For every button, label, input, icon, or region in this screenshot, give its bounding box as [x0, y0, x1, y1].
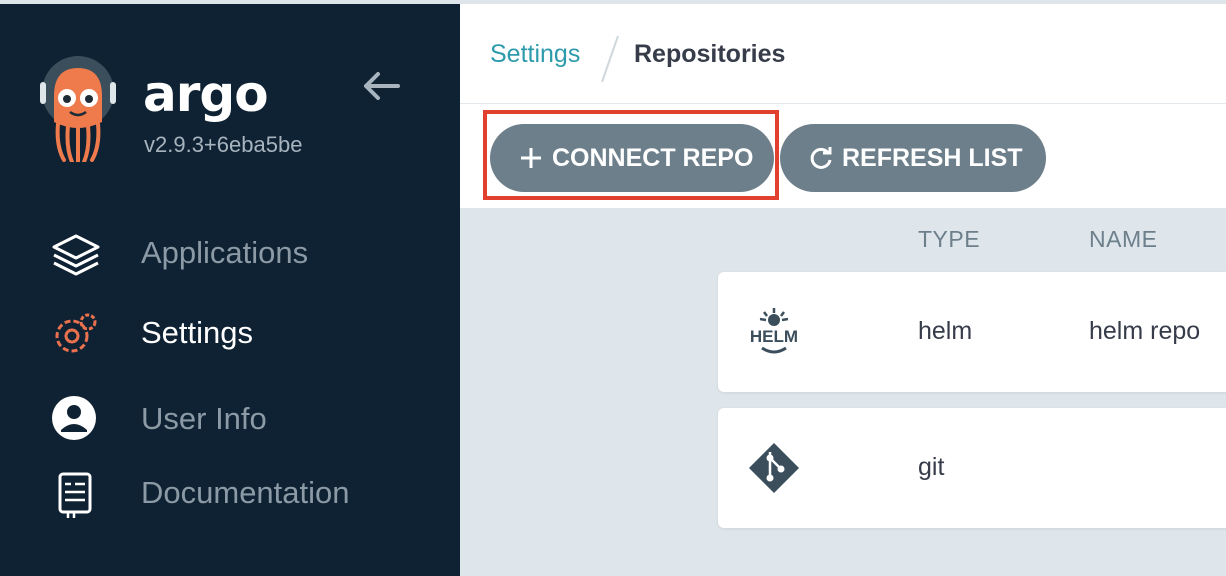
brand-name: argo [143, 65, 269, 123]
sidebar-item-user-info[interactable]: User Info [0, 390, 460, 446]
refresh-list-button[interactable]: REFRESH LIST [780, 124, 1046, 192]
table-row[interactable]: git [718, 408, 1226, 528]
collapse-sidebar-button[interactable] [360, 68, 402, 104]
sidebar: argo v2.9.3+6eba5be Applications Setting… [0, 0, 460, 576]
connect-repo-label: CONNECT REPO [552, 143, 754, 172]
breadcrumb: Settings Repositories [460, 0, 1226, 104]
argo-logo [40, 56, 116, 162]
git-icon [749, 443, 799, 493]
connect-repo-button[interactable]: CONNECT REPO [490, 124, 774, 192]
sidebar-item-label: Applications [141, 235, 309, 270]
page-title: Repositories [634, 40, 786, 68]
sidebar-item-documentation[interactable]: Documentation [0, 464, 460, 520]
repo-type: helm [918, 317, 973, 345]
column-header-name: NAME [1089, 226, 1158, 252]
svg-text:HELM: HELM [750, 327, 798, 346]
sidebar-item-label: User Info [141, 401, 267, 436]
helm-icon: HELM [750, 308, 798, 354]
column-header-type: TYPE [918, 226, 981, 252]
user-icon [52, 396, 96, 440]
sidebar-item-settings[interactable]: Settings [0, 304, 460, 360]
repo-type: git [918, 453, 945, 481]
refresh-list-label: REFRESH LIST [842, 143, 1023, 172]
toolbar: CONNECT REPO REFRESH LIST [460, 104, 1226, 208]
version-label: v2.9.3+6eba5be [144, 132, 303, 157]
gear-icon [55, 313, 97, 353]
layers-icon [52, 234, 100, 276]
table-row[interactable]: HELM helm helm repo [718, 272, 1226, 392]
breadcrumb-settings-link[interactable]: Settings [490, 40, 580, 69]
plus-icon [521, 148, 541, 168]
repo-name: helm repo [1089, 317, 1201, 345]
refresh-icon [810, 147, 832, 169]
sidebar-item-label: Documentation [141, 475, 350, 510]
breadcrumb-separator [601, 35, 619, 83]
sidebar-item-applications[interactable]: Applications [0, 224, 460, 280]
sidebar-item-label: Settings [141, 315, 254, 350]
book-icon [58, 472, 92, 518]
